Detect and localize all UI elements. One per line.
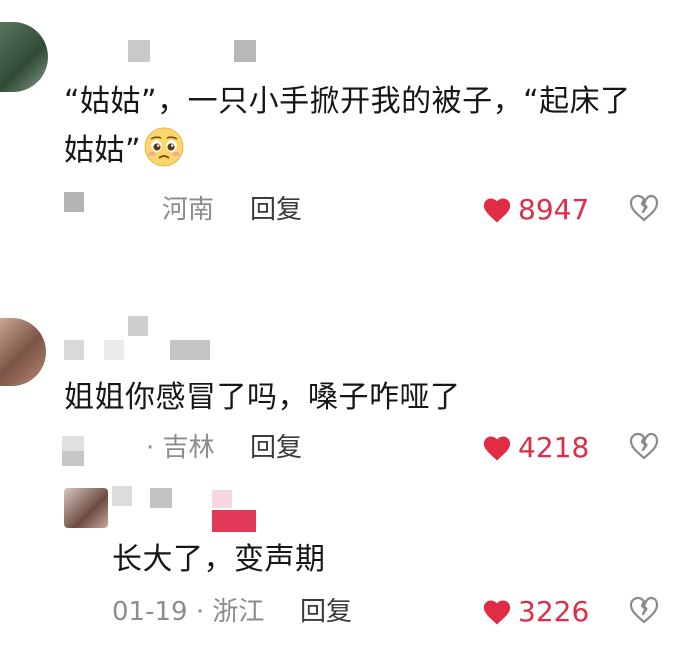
reply-button[interactable]: 回复 <box>250 432 302 464</box>
broken-heart-icon[interactable] <box>628 193 660 223</box>
location-text: 河南 <box>162 195 215 225</box>
avatar[interactable] <box>64 488 108 528</box>
comment-text: “姑姑”，一只小手掀开我的被子，“起床了 姑姑” <box>64 84 631 168</box>
like-count: 8947 <box>518 193 590 226</box>
heart-icon <box>483 198 511 223</box>
location-text: · 吉林 <box>146 433 215 463</box>
broken-heart-icon[interactable] <box>628 431 660 461</box>
meta-mosaic <box>62 436 84 466</box>
heart-icon <box>483 600 511 625</box>
avatar[interactable] <box>0 22 48 92</box>
like-count: 4218 <box>518 431 590 464</box>
like-count: 3226 <box>518 595 590 628</box>
like-button[interactable]: 4218 <box>482 432 589 464</box>
username-mosaic[interactable] <box>112 484 272 532</box>
heart-icon <box>483 436 511 461</box>
username-mosaic[interactable] <box>128 40 268 64</box>
like-button[interactable]: 8947 <box>482 194 589 226</box>
avatar[interactable] <box>0 318 46 386</box>
like-button[interactable]: 3226 <box>482 596 589 628</box>
comment-text: 长大了，变声期 <box>112 542 326 577</box>
meta-mosaic <box>64 192 84 212</box>
broken-heart-icon[interactable] <box>628 595 660 625</box>
reply-button[interactable]: 回复 <box>250 194 302 226</box>
comment-text: 姐姐你感冒了吗，嗓子咋哑了 <box>64 380 461 415</box>
pleading-face-emoji <box>143 126 185 168</box>
reply-button[interactable]: 回复 <box>300 596 352 628</box>
meta-text: 01-19 · 浙江 <box>112 597 265 627</box>
username-mosaic[interactable] <box>60 316 220 362</box>
